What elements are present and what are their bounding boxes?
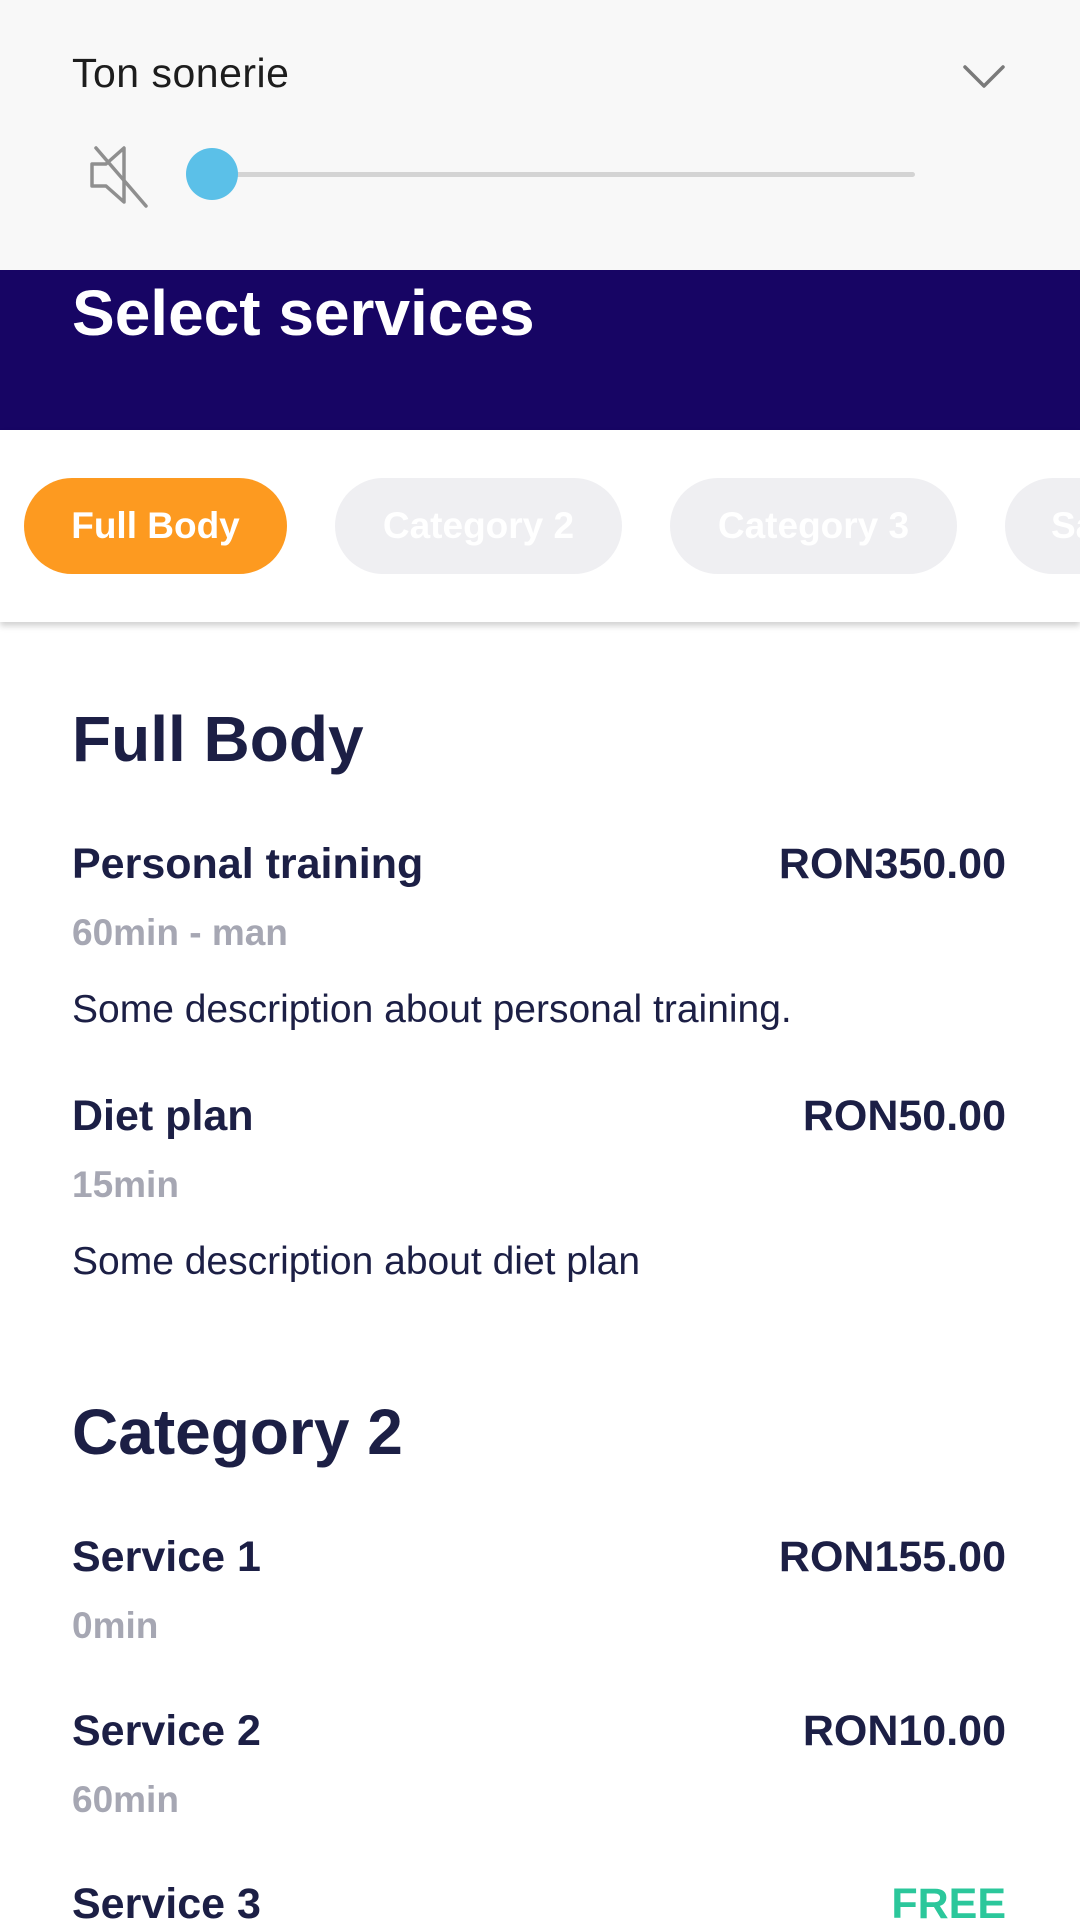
- chevron-down-icon[interactable]: [962, 62, 1006, 92]
- section-title-category-2: Category 2: [72, 1396, 403, 1468]
- volume-slider-track[interactable]: [212, 172, 915, 177]
- service-price: RON10.00: [802, 1707, 1006, 1755]
- service-price: RON155.00: [778, 1533, 1006, 1581]
- service-name: Service 1: [72, 1533, 261, 1581]
- category-tab-category-2[interactable]: Category 2: [335, 478, 622, 574]
- page-title: Select services: [72, 277, 535, 349]
- service-price-free: FREE: [891, 1880, 1006, 1920]
- service-price: RON50.00: [802, 1092, 1006, 1140]
- service-duration: 60min: [72, 1779, 179, 1820]
- category-tab-full-body[interactable]: Full Body: [24, 478, 287, 574]
- app-screen: Ton sonerie Select services Full Body Ca…: [0, 0, 1080, 1920]
- volume-panel-title: Ton sonerie: [72, 50, 290, 96]
- service-name: Service 3: [72, 1880, 261, 1920]
- service-price: RON350.00: [778, 840, 1006, 888]
- service-name: Service 2: [72, 1707, 261, 1755]
- volume-panel: Ton sonerie: [0, 0, 1080, 270]
- service-duration: 60min - man: [72, 912, 288, 953]
- category-tab-partial[interactable]: Sa: [1005, 478, 1080, 574]
- volume-muted-icon[interactable]: [86, 140, 152, 210]
- service-duration: 0min: [72, 1605, 159, 1646]
- category-tabs: Full Body Category 2 Category 3 Sa: [0, 430, 1080, 622]
- service-description: Some description about personal training…: [72, 988, 792, 1031]
- service-name: Diet plan: [72, 1092, 254, 1140]
- service-description: Some description about diet plan: [72, 1240, 641, 1283]
- service-name: Personal training: [72, 840, 424, 888]
- page-header: Select services: [0, 270, 1080, 430]
- service-duration: 15min: [72, 1164, 179, 1205]
- volume-slider-thumb[interactable]: [186, 148, 238, 200]
- category-tab-category-3[interactable]: Category 3: [670, 478, 957, 574]
- section-title-full-body: Full Body: [72, 703, 364, 775]
